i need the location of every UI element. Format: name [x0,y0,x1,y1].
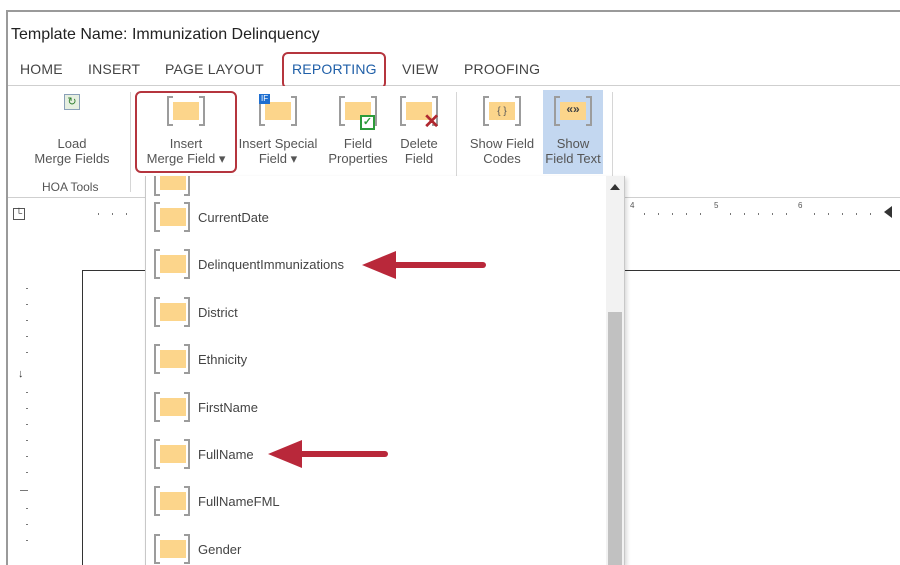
merge-field-icon [154,249,190,279]
insert-merge-field-highlight [135,91,237,173]
guillemets-glyph: «» [566,102,580,116]
tab-home[interactable]: HOME [20,61,63,77]
insert-special-field-button[interactable]: IF Insert Special Field ▾ [234,94,322,166]
merge-field-label: FullNameFML [198,494,280,509]
merge-field-label: Ethnicity [198,352,248,367]
ruler-mark-4: 4 [630,201,635,210]
merge-field-item-currentdate[interactable]: CurrentDate [154,198,594,238]
checkmark-icon: ✓ [360,115,375,130]
field-codes-icon: { } [483,96,521,126]
field-properties-icon: ✓ [339,96,377,130]
merge-field-icon [154,392,190,422]
load-merge-fields-label-1: Load [57,136,87,151]
document-page-edge [82,270,83,565]
arrow-shaft [296,451,388,457]
delete-x-icon: ✕ [423,111,440,133]
merge-field-item-firstname[interactable]: FirstName [154,388,594,428]
right-indent-marker-icon[interactable] [884,206,892,218]
merge-field-icon [154,534,190,564]
ruler-mark-5: 5 [714,201,719,210]
tab-stop-icon[interactable]: └ [13,208,25,220]
merge-field-label: FirstName [198,400,258,415]
braces-glyph: { } [497,106,507,117]
vertical-ruler: ↓ [8,228,38,565]
hoa-tools-group-label: HOA Tools [42,180,99,194]
merge-field-icon [154,439,190,469]
reporting-tab-highlight [282,52,386,89]
tab-page-layout[interactable]: PAGE LAYOUT [165,61,264,77]
merge-field-icon [154,202,190,232]
merge-field-label: District [198,305,238,320]
merge-field-label: CurrentDate [198,210,269,225]
ribbon-tabs: HOME INSERT PAGE LAYOUT REPORTING VIEW P… [8,52,900,86]
merge-field-item-ethnicity[interactable]: Ethnicity [154,340,594,380]
field-text-icon: «» [554,96,592,126]
dropdown-scroll-thumb[interactable] [608,312,622,565]
merge-field-label: DelinquentImmunizations [198,257,344,272]
delete-field-label-1: Delete [400,136,438,151]
field-properties-button[interactable]: ✓ Field Properties [324,96,392,166]
show-field-text-label-1: Show [556,136,590,151]
show-field-codes-button[interactable]: { } Show Field Codes [464,96,540,166]
merge-field-icon [154,344,190,374]
merge-field-item-gender[interactable]: Gender [154,530,594,565]
merge-field-icon [154,297,190,327]
merge-field-dropdown[interactable]: CurrentDate DelinquentImmunizations Dist… [145,176,625,565]
arrow-shaft [390,262,486,268]
refresh-icon: ↻ [64,94,80,110]
show-field-codes-label-2: Codes [483,151,521,166]
special-field-icon: IF [259,94,297,126]
tab-proofing[interactable]: PROOFING [464,61,540,77]
scroll-up-arrow-icon[interactable] [610,184,620,190]
show-field-text-button[interactable]: «» Show Field Text [543,90,603,174]
load-merge-fields-label-2: Merge Fields [34,151,110,166]
delete-field-icon: ✕ [400,96,440,132]
delete-field-label-2: Field [404,151,434,166]
top-margin-marker-icon[interactable]: ↓ [18,368,24,380]
if-badge-icon: IF [259,94,271,104]
field-properties-label-1: Field [343,136,373,151]
tab-view[interactable]: VIEW [402,61,439,77]
merge-field-label: Gender [198,542,242,557]
insert-special-field-label-1: Insert Special [238,136,318,151]
tab-insert[interactable]: INSERT [88,61,140,77]
ruler-mark-6: 6 [798,201,803,210]
merge-field-icon [154,176,190,196]
show-field-codes-label-1: Show Field [469,136,535,151]
merge-field-item-district[interactable]: District [154,293,594,333]
field-properties-label-2: Properties [328,151,388,166]
merge-field-icon [154,486,190,516]
delete-field-button[interactable]: ✕ Delete Field [392,96,446,166]
show-field-text-label-2: Field Text [545,151,601,166]
merge-field-item-fullnamefml[interactable]: FullNameFML [154,482,594,522]
ribbon-separator [130,92,131,192]
merge-field-label: FullName [198,447,254,462]
template-title: Template Name: Immunization Delinquency [11,26,320,43]
insert-special-field-label-2: Field ▾ [258,151,298,166]
load-merge-fields-button[interactable]: ↻ Load Merge Fields [26,94,118,166]
